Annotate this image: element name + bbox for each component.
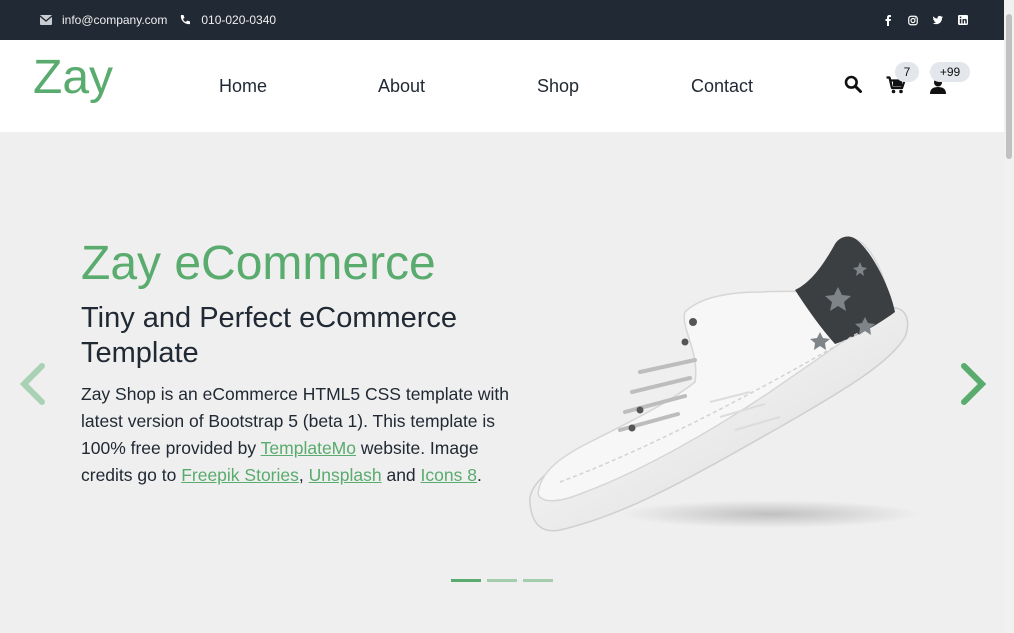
twitter-icon[interactable] [933,14,943,26]
sneaker-image [529,236,920,532]
carousel-indicator-2[interactable] [487,579,517,582]
hero-title: Zay eCommerce [81,237,436,290]
carousel-indicator-3[interactable] [523,579,553,582]
brand-logo[interactable]: Zay [33,54,113,102]
social-links [883,0,968,40]
hero-subtitle: Tiny and Perfect eCommerce Template [81,302,458,370]
carousel-indicators [451,579,553,582]
page-scrollbar[interactable] [1004,0,1014,633]
templatemo-link[interactable]: TemplateMo [261,438,356,458]
freepik-stories-link[interactable]: Freepik Stories [181,465,299,485]
phone-link[interactable]: 010-020-0340 [201,13,276,27]
search-icon[interactable] [844,75,862,93]
nav-link-contact[interactable]: Contact [691,76,753,97]
chevron-left-icon [19,363,45,405]
user-count-badge: +99 [930,62,970,82]
nav-link-shop[interactable]: Shop [537,76,579,97]
carousel-prev-button[interactable] [12,360,52,408]
envelope-icon [40,15,52,25]
hero-text-part: . [476,465,482,485]
unsplash-link[interactable]: Unsplash [309,465,382,485]
nav-link-home[interactable]: Home [219,76,267,97]
contact-info: info@company.com 010-020-0340 [40,0,276,40]
cart-count-badge: 7 [895,62,919,82]
facebook-icon[interactable] [883,14,893,26]
scrollbar-thumb[interactable] [1006,14,1012,159]
carousel-indicator-1[interactable] [451,579,481,582]
hero-text-part: , [298,465,309,485]
icons8-link[interactable]: Icons 8 [421,465,477,485]
nav-link-about[interactable]: About [378,76,425,97]
instagram-icon[interactable] [908,14,918,26]
email-link[interactable]: info@company.com [62,13,167,27]
hero-text-part: and [381,465,421,485]
top-contact-bar: info@company.com 010-020-0340 [0,0,1004,40]
chevron-right-icon [961,363,987,405]
hero-description: Zay Shop is an eCommerce HTML5 CSS templ… [81,381,511,489]
carousel-next-button[interactable] [954,360,994,408]
linkedin-icon[interactable] [958,14,968,26]
phone-icon [179,14,191,26]
